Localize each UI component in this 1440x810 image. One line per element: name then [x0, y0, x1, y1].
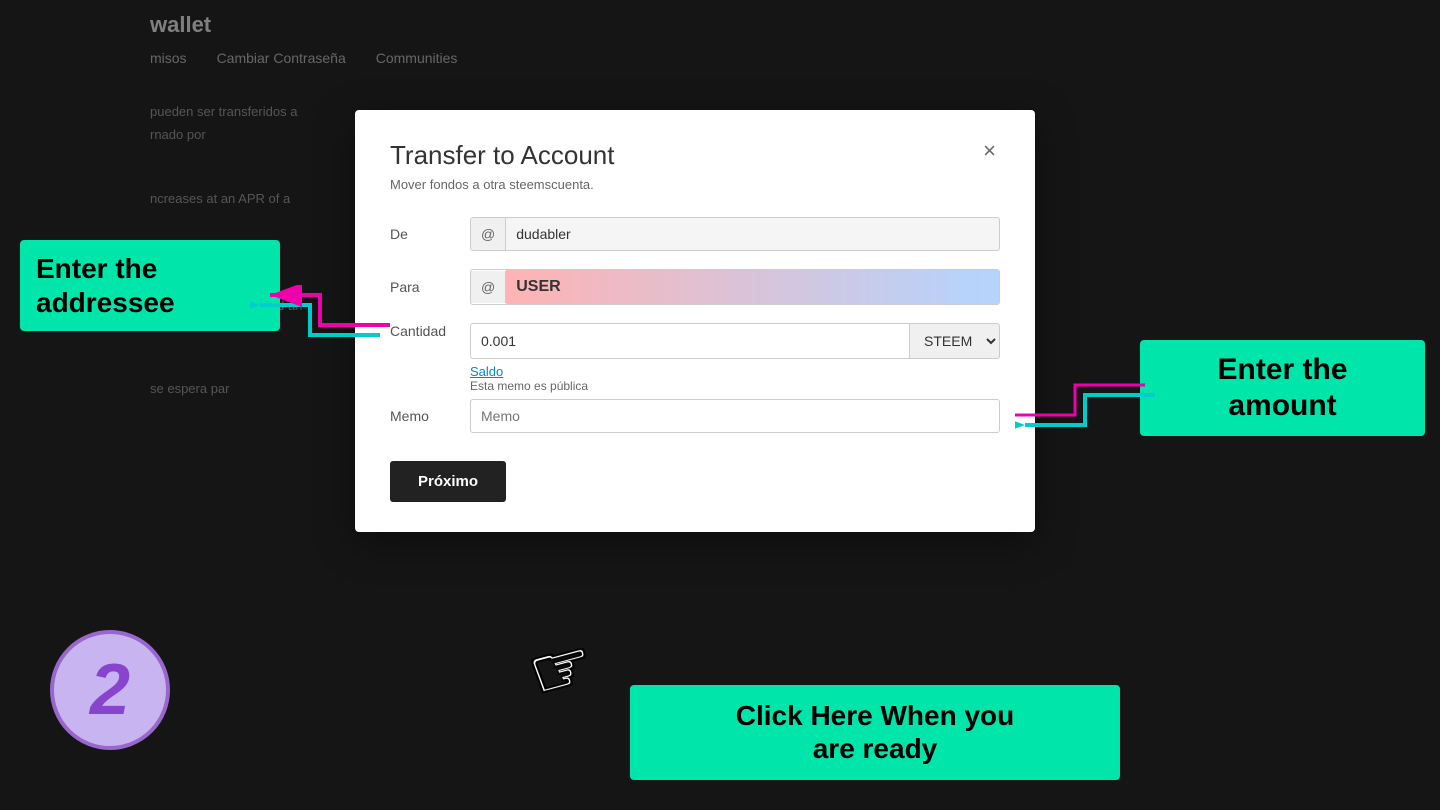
para-input[interactable]	[506, 270, 999, 304]
cantidad-label: Cantidad	[390, 323, 470, 339]
arrow-para-icon	[250, 285, 390, 365]
para-at-symbol: @	[471, 271, 506, 303]
cantidad-inputs-wrapper: STEEM SBD	[470, 323, 1000, 359]
transfer-modal: Transfer to Account × Mover fondos a otr…	[355, 110, 1035, 532]
de-label: De	[390, 226, 470, 242]
arrow-amount-icon	[1015, 365, 1155, 445]
de-at-symbol: @	[471, 218, 506, 250]
para-label: Para	[390, 279, 470, 295]
de-input[interactable]	[506, 218, 999, 250]
para-row: Para @	[390, 269, 1000, 305]
modal-subtitle: Mover fondos a otra steemscuenta.	[390, 177, 1000, 192]
memo-input[interactable]	[470, 399, 1000, 433]
proximo-button[interactable]: Próximo	[390, 461, 506, 502]
enter-amount-annotation: Enter the amount	[1140, 340, 1425, 436]
para-input-wrapper: @	[470, 269, 1000, 305]
enter-addressee-annotation: Enter theaddressee	[20, 240, 280, 331]
modal-header: Transfer to Account ×	[390, 140, 1000, 171]
de-row: De @	[390, 217, 1000, 251]
de-input-wrapper: @	[470, 217, 1000, 251]
memo-label: Memo	[390, 408, 470, 424]
memo-note: Esta memo es pública	[470, 379, 1000, 393]
saldo-link[interactable]: Saldo	[470, 364, 1000, 379]
step-number: 2	[90, 649, 130, 731]
step-number-circle: 2	[50, 630, 170, 750]
currency-select[interactable]: STEEM SBD	[909, 323, 1000, 359]
close-button[interactable]: ×	[979, 140, 1000, 162]
click-here-annotation: Click Here When youare ready	[630, 685, 1120, 780]
amount-input[interactable]	[470, 323, 909, 359]
cantidad-row: Cantidad STEEM SBD	[390, 323, 1000, 359]
modal-title: Transfer to Account	[390, 140, 614, 171]
memo-row: Memo	[390, 399, 1000, 433]
